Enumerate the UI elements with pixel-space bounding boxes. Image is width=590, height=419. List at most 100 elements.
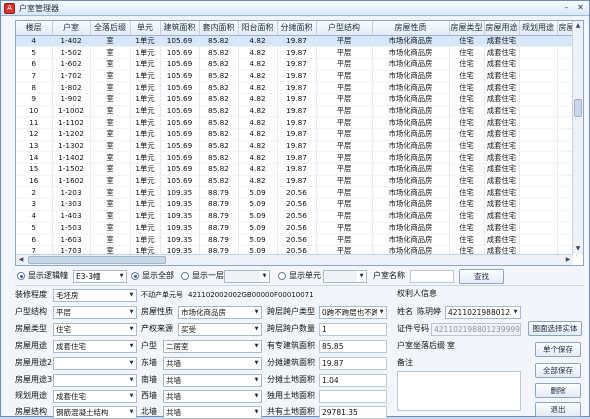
share-land-input[interactable]: 1.04	[319, 374, 387, 387]
table-row[interactable]: 10 1-1002 室 1单元 105.69 85.82 4.82 19.87 平层 市场化商品房…	[16, 105, 577, 118]
column-header[interactable]: 分摊面积	[277, 21, 317, 36]
table-row[interactable]: 7 1-702 室 1单元 105.69 85.82 4.82 19.87 平层 市场化商品房 住宅…	[16, 70, 577, 83]
house-type-select[interactable]: 住宅 ▼	[53, 323, 137, 336]
column-header[interactable]: 楼层	[16, 21, 53, 36]
column-header[interactable]: 户型结构	[316, 21, 373, 36]
show-all-radio[interactable]	[131, 272, 139, 280]
share-build-input[interactable]: 19.87	[319, 357, 387, 370]
cross-type-select[interactable]: 0跨不跨层也不跨 ▼	[319, 306, 387, 319]
horizontal-scrollbar[interactable]: ◀ ▶	[16, 254, 573, 265]
room-name-input[interactable]	[410, 270, 454, 283]
shared-build-area-input[interactable]: 85.85	[319, 340, 387, 353]
query-button[interactable]: 查找	[459, 269, 504, 284]
decoration-select[interactable]: 毛坯房 ▼	[53, 289, 137, 302]
select-entity-button[interactable]: 图面选择实体	[528, 321, 582, 336]
scroll-left-icon[interactable]: ◀	[16, 255, 26, 265]
remark-textarea[interactable]	[397, 371, 521, 411]
table-row[interactable]: 4 1-402 室 1单元 105.69 85.82 4.82 19.87 平层 市场化商品房 住宅…	[16, 35, 577, 48]
table-row[interactable]: 15 1-1502 室 1单元 105.69 85.82 4.82 19.87 平层 市场化商品房…	[16, 163, 577, 176]
scroll-up-icon[interactable]: ▲	[573, 21, 583, 31]
table-row[interactable]: 16 1-1602 室 1单元 105.69 85.82 4.82 19.87 平层 市场化商品房…	[16, 175, 577, 188]
vertical-scroll-thumb[interactable]	[574, 99, 582, 117]
table-cell: 109.35	[160, 186, 200, 200]
table-cell: 室	[90, 140, 131, 153]
table-cell	[519, 210, 558, 223]
east-select[interactable]: 共墙 ▼	[163, 357, 262, 370]
name-value: 陈玥婷	[417, 307, 441, 316]
column-header[interactable]: 建筑面积	[160, 21, 200, 36]
table-cell: 成套住宅	[484, 198, 520, 211]
table-row[interactable]: 4 1-403 室 1单元 109.35 88.79 5.09 20.56 平层 市场化商品房 住宅…	[16, 210, 577, 223]
column-header[interactable]: 全落后缀	[90, 21, 131, 36]
house-nature-select[interactable]: 市场化商品房 ▼	[178, 306, 262, 319]
table-cell: 12	[16, 128, 53, 141]
chevron-down-icon: ▼	[127, 290, 136, 301]
table-row[interactable]: 9 1-902 室 1单元 105.69 85.82 4.82 19.87 平层 市场化商品房 住宅…	[16, 93, 577, 106]
table-row[interactable]: 5 1-503 室 1单元 109.35 88.79 5.09 20.56 平层 市场化商品房 住宅…	[16, 222, 577, 235]
column-header[interactable]: 阳台面积	[238, 21, 278, 36]
structure-select[interactable]: 钢筋混凝土结构 ▼	[53, 406, 137, 419]
table-row[interactable]: 5 1-502 室 1单元 105.69 85.82 4.82 19.87 平层 市场化商品房 住宅…	[16, 46, 577, 59]
unit-select[interactable]: ▼	[323, 270, 367, 283]
table-cell: 105.69	[160, 46, 200, 59]
table-row[interactable]: 6 1-603 室 1单元 109.35 88.79 5.09 20.56 平层 市场化商品房 住宅…	[16, 233, 577, 246]
use3-select[interactable]: ▼	[53, 374, 137, 387]
minimize-icon[interactable]: –	[561, 3, 572, 13]
close-icon[interactable]: ✕	[575, 3, 586, 13]
common-land-input[interactable]: 29781.35	[319, 406, 387, 419]
column-header[interactable]: 户室	[52, 21, 91, 36]
show-unit-radio[interactable]	[278, 272, 286, 280]
use-select[interactable]: 成套住宅 ▼	[53, 340, 137, 353]
north-select[interactable]: 共墙 ▼	[163, 406, 262, 419]
property-source-select[interactable]: 买受 ▼	[178, 323, 262, 336]
scroll-down-icon[interactable]: ▼	[573, 244, 583, 254]
table-row[interactable]: 12 1-1202 室 1单元 105.69 85.82 4.82 19.87 平层 市场化商品房…	[16, 128, 577, 141]
cross-count-input[interactable]: 1	[319, 323, 387, 336]
room-grid[interactable]: 楼层 户室 全落后缀 单元 建筑面积 套内面积 阳台面积 分摊面积 户型结构 房屋性质 房屋类型 房屋…	[15, 20, 584, 266]
column-header[interactable]: 套内面积	[199, 21, 239, 36]
column-header[interactable]: 单元	[130, 21, 161, 36]
layout-select[interactable]: 平层 ▼	[53, 306, 137, 319]
scroll-right-icon[interactable]: ▶	[563, 255, 573, 265]
delete-button[interactable]: 删除	[535, 383, 581, 398]
column-header[interactable]: 房屋类型	[449, 21, 485, 36]
table-cell: 平层	[316, 46, 373, 59]
vertical-scrollbar[interactable]: ▲ ▼	[572, 21, 583, 254]
table-row[interactable]: 3 1-303 室 1单元 109.35 88.79 5.09 20.56 平层 市场化商品房 住宅…	[16, 198, 577, 211]
west-select[interactable]: 共墙 ▼	[163, 390, 262, 403]
use2-select[interactable]: ▼	[53, 357, 137, 370]
table-row[interactable]: 14 1-1402 室 1单元 105.69 85.82 4.82 19.87 平层 市场化商品房…	[16, 151, 577, 165]
own-land-input[interactable]	[319, 390, 387, 403]
table-row[interactable]: 2 1-203 室 1单元 109.35 88.79 5.09 20.56 平层 市场化商品房 住宅…	[16, 186, 577, 200]
name-id-select[interactable]: 421102198801239 ▼	[445, 306, 521, 319]
save-one-button[interactable]: 单个保存	[535, 342, 581, 357]
table-cell: 平层	[316, 105, 373, 118]
exit-button[interactable]: 退出	[535, 402, 581, 417]
logic-building-select[interactable]: E3-3幢 ▼	[73, 270, 127, 283]
save-all-button[interactable]: 全部保存	[535, 363, 581, 378]
table-cell: 19.87	[277, 105, 317, 118]
table-cell: 1-602	[52, 58, 91, 71]
show-logic-building-radio[interactable]	[17, 272, 25, 280]
table-row[interactable]: 8 1-802 室 1单元 105.69 85.82 4.82 19.87 平层 市场化商品房 住宅…	[16, 81, 577, 94]
plan-use-select[interactable]: 成套住宅 ▼	[53, 390, 137, 403]
table-row[interactable]: 13 1-1302 室 1单元 105.69 85.82 4.82 19.87 平层 市场化商品房…	[16, 140, 577, 153]
show-one-floor-radio[interactable]	[181, 272, 189, 280]
chevron-down-icon: ▼	[252, 375, 261, 386]
table-cell: 85.82	[199, 93, 239, 106]
table-row[interactable]: 11 1-1102 室 1单元 105.69 85.82 4.82 19.87 平层 市场化商品房…	[16, 116, 577, 129]
south-select[interactable]: 共墙 ▼	[163, 374, 262, 387]
floor-select[interactable]: ▼	[224, 270, 270, 283]
room-table: 楼层 户室 全落后缀 单元 建筑面积 套内面积 阳台面积 分摊面积 户型结构 房屋性质 房屋类型 房屋…	[16, 21, 577, 258]
horizontal-scroll-thumb[interactable]	[28, 256, 166, 264]
column-header[interactable]: 房屋用途	[484, 21, 520, 36]
column-header[interactable]: 房屋性质	[372, 21, 450, 36]
house-form-select[interactable]: 二居室 ▼	[163, 340, 262, 353]
id-input[interactable]: 421102198801239999	[431, 323, 521, 336]
table-cell: 住宅	[449, 93, 485, 106]
table-cell: 成套住宅	[484, 210, 520, 223]
table-cell	[519, 175, 558, 188]
table-cell: 平层	[316, 198, 373, 211]
column-header[interactable]: 规划用途	[519, 21, 558, 36]
table-row[interactable]: 6 1-602 室 1单元 105.69 85.82 4.82 19.87 平层 市场化商品房 住宅…	[16, 58, 577, 71]
